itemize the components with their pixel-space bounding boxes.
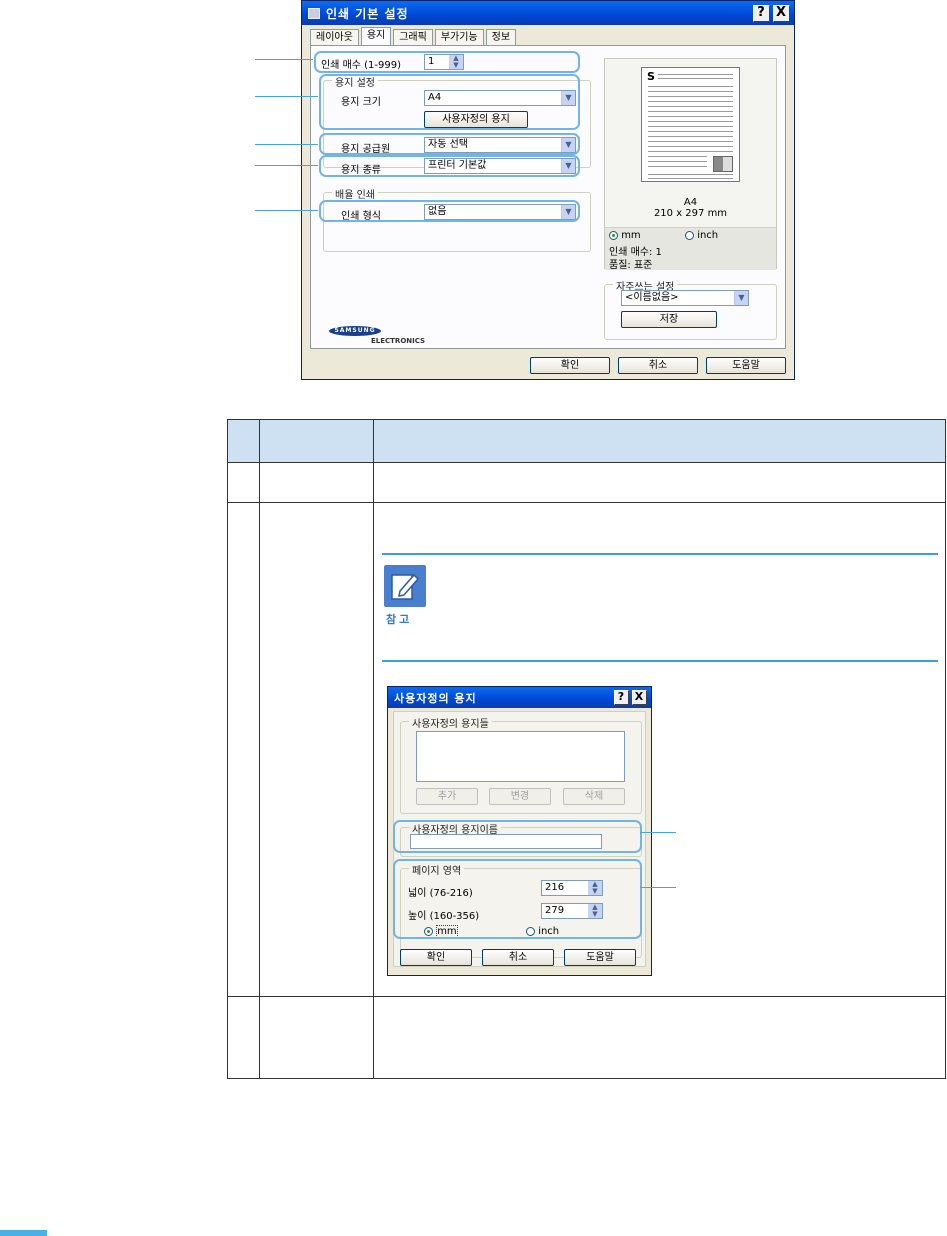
radio-empty-icon[interactable] — [685, 230, 694, 240]
cancel-button[interactable]: 취소 — [618, 357, 698, 374]
table-header-cell — [373, 419, 946, 463]
table-cell — [259, 502, 374, 997]
chevron-down-icon: ▼ — [734, 291, 748, 305]
samsung-logo: SAMSUNG — [329, 326, 381, 336]
callout-line-type — [255, 165, 318, 166]
scaling-highlight — [319, 200, 580, 222]
callout-line-page-area — [640, 887, 676, 888]
ok-button[interactable]: 확인 — [530, 357, 610, 374]
help-button[interactable]: 도움말 — [706, 357, 786, 374]
table-cell — [259, 996, 374, 1079]
delete-button[interactable]: 삭제 — [563, 788, 625, 805]
table-cell — [373, 996, 946, 1079]
preview-paper-dims: 210 x 297 mm — [653, 208, 728, 219]
change-button[interactable]: 변경 — [489, 788, 551, 805]
note-bottom-rule — [382, 660, 938, 662]
callout-line-size — [255, 96, 318, 97]
tab-paper[interactable]: 용지 — [360, 27, 392, 45]
custom-paper-dialog: 사용자정의 용지 ? X 사용자정의 용지들 추가 변경 삭제 사용자정의 용지… — [387, 686, 652, 976]
custom-cancel-button[interactable]: 취소 — [482, 949, 554, 966]
table-cell — [259, 462, 374, 503]
note-pencil-icon — [384, 565, 426, 607]
paper-type-highlight — [319, 155, 580, 177]
custom-names-list[interactable] — [416, 731, 625, 782]
tab-layout[interactable]: 레이아웃 — [310, 29, 359, 45]
paper-source-highlight — [319, 133, 580, 155]
favorites-value: <이름없음> — [625, 292, 679, 303]
unit-mm-label: mm — [621, 230, 641, 241]
copies-highlight — [314, 51, 580, 73]
dialog-titlebar: 인쇄 기본 설정 ? X — [302, 1, 794, 25]
tab-about[interactable]: 정보 — [485, 29, 517, 45]
table-header-cell — [259, 419, 374, 463]
table-cell — [227, 502, 260, 997]
paper-size-highlight — [319, 74, 580, 130]
table-cell — [373, 462, 946, 503]
preview-letter: S — [647, 70, 655, 83]
unit-mm-option[interactable]: mm — [609, 230, 641, 241]
note-top-rule — [382, 553, 938, 555]
preview-quality-text: 품질: 표준 — [609, 260, 653, 271]
custom-help-title-button[interactable]: ? — [614, 690, 629, 705]
callout-line-custom-name — [640, 832, 676, 833]
custom-dialog-title: 사용자정의 용지 — [394, 691, 477, 705]
custom-ok-button[interactable]: 확인 — [400, 949, 472, 966]
callout-line-scaling — [255, 210, 318, 211]
custom-names-title: 사용자정의 용지들 — [409, 715, 492, 730]
page-area-highlight — [393, 859, 642, 939]
table-cell — [227, 462, 260, 503]
samsung-logo-subtext: ELECTRONICS — [371, 337, 426, 345]
custom-help-button[interactable]: 도움말 — [564, 949, 636, 966]
save-favorite-button[interactable]: 저장 — [621, 311, 717, 328]
radio-selected-icon[interactable] — [609, 230, 618, 240]
table-header-cell — [227, 419, 260, 463]
preview-paper-name: A4 — [683, 197, 698, 208]
tab-bar: 레이아웃 용지 그래픽 부가기능 정보 — [310, 27, 518, 45]
unit-inch-label: inch — [697, 230, 719, 241]
page-preview: S A4 210 x 297 mm mm inch 인쇄 매수: 1 품질: 표… — [604, 58, 777, 271]
custom-dialog-titlebar: 사용자정의 용지 ? X — [388, 687, 651, 708]
dialog-title: 인쇄 기본 설정 — [326, 6, 409, 21]
image-placeholder-icon — [713, 156, 733, 172]
custom-close-button[interactable]: X — [632, 690, 647, 705]
callout-line-copies — [255, 59, 313, 60]
paper-preview-image: S — [641, 67, 740, 182]
note-label: 참고 — [386, 613, 413, 626]
printer-icon — [308, 7, 320, 19]
add-button[interactable]: 추가 — [416, 788, 478, 805]
tab-extras[interactable]: 부가기능 — [434, 29, 484, 45]
unit-inch-option[interactable]: inch — [685, 230, 718, 241]
custom-name-highlight — [393, 820, 642, 853]
page-edge-marker — [0, 1230, 47, 1236]
help-title-button[interactable]: ? — [753, 5, 770, 22]
favorites-select[interactable]: <이름없음> ▼ — [621, 290, 749, 306]
print-preferences-dialog: 인쇄 기본 설정 ? X 레이아웃 용지 그래픽 부가기능 정보 인쇄 매수 (… — [301, 0, 795, 380]
tab-graphics[interactable]: 그래픽 — [393, 29, 433, 45]
custom-dialog-panel: 사용자정의 용지들 추가 변경 삭제 사용자정의 용지이름 페이지 영역 넓이 … — [393, 711, 646, 967]
callout-line-source — [255, 144, 318, 145]
paper-tab-panel: 인쇄 매수 (1-999) 1 ▲ ▼ 용지 설정 용지 크기 A4 ▼ 사용자정… — [310, 45, 786, 349]
close-button[interactable]: X — [773, 5, 790, 22]
scaling-title: 배율 인쇄 — [332, 186, 378, 201]
preview-info-band: mm inch 인쇄 매수: 1 품질: 표준 — [605, 227, 776, 271]
table-cell — [227, 996, 260, 1079]
